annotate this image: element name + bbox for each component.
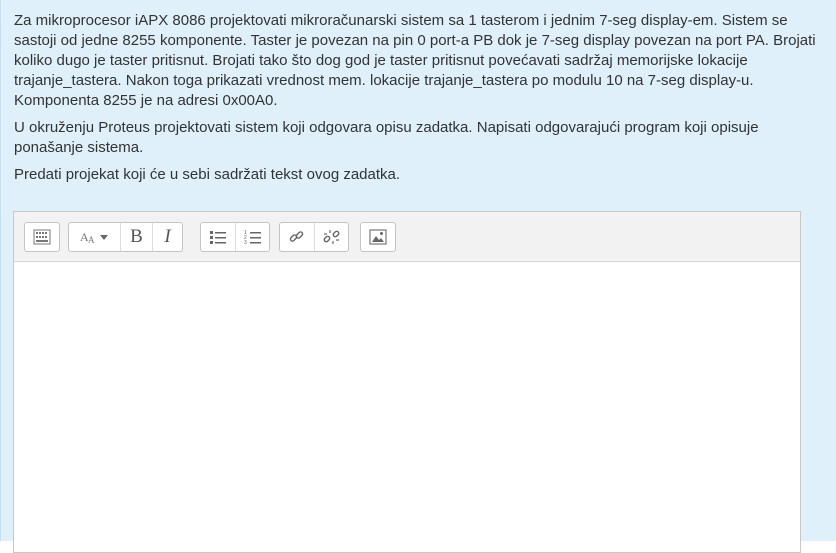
unordered-list-button[interactable] <box>201 223 235 251</box>
toolbar-group-toggle <box>24 222 60 252</box>
toolbar-group-text-style: A A B I <box>68 222 183 252</box>
question-paragraph-2: U okruženju Proteus projektovati sistem … <box>14 119 759 156</box>
italic-button[interactable]: I <box>152 223 182 251</box>
ordered-list-button[interactable]: 1 2 3 <box>235 223 269 251</box>
insert-image-button[interactable] <box>361 223 395 251</box>
svg-text:A: A <box>88 235 95 245</box>
svg-text:3: 3 <box>244 240 247 245</box>
font-style-icon: A A <box>79 229 111 245</box>
editor-content-area[interactable] <box>14 262 800 552</box>
link-button[interactable] <box>280 223 314 251</box>
editor-toolbar: A A B I 1 2 3 <box>14 212 800 262</box>
question-panel: Za mikroprocesor iAPX 8086 projektovati … <box>0 0 836 553</box>
toolbar-group-links <box>279 222 349 252</box>
question-paragraph-1: Za mikroprocesor iAPX 8086 projektovati … <box>14 12 816 109</box>
bold-button[interactable]: B <box>120 223 152 251</box>
unlink-icon <box>323 229 341 245</box>
answer-editor: A A B I 1 2 3 <box>13 211 801 553</box>
toolbar-toggle-icon <box>33 229 51 245</box>
link-icon <box>288 229 306 245</box>
unlink-button[interactable] <box>314 223 348 251</box>
question-paragraph-3: Predati projekat koji će u sebi sadržati… <box>14 166 401 183</box>
font-style-button[interactable]: A A <box>69 223 120 251</box>
unordered-list-icon <box>209 229 227 245</box>
toolbar-toggle-button[interactable] <box>25 223 59 251</box>
toolbar-group-lists: 1 2 3 <box>200 222 270 252</box>
question-text: Za mikroprocesor iAPX 8086 projektovati … <box>14 11 819 192</box>
toolbar-group-media <box>360 222 396 252</box>
ordered-list-icon: 1 2 3 <box>244 229 262 245</box>
image-icon <box>369 229 387 245</box>
